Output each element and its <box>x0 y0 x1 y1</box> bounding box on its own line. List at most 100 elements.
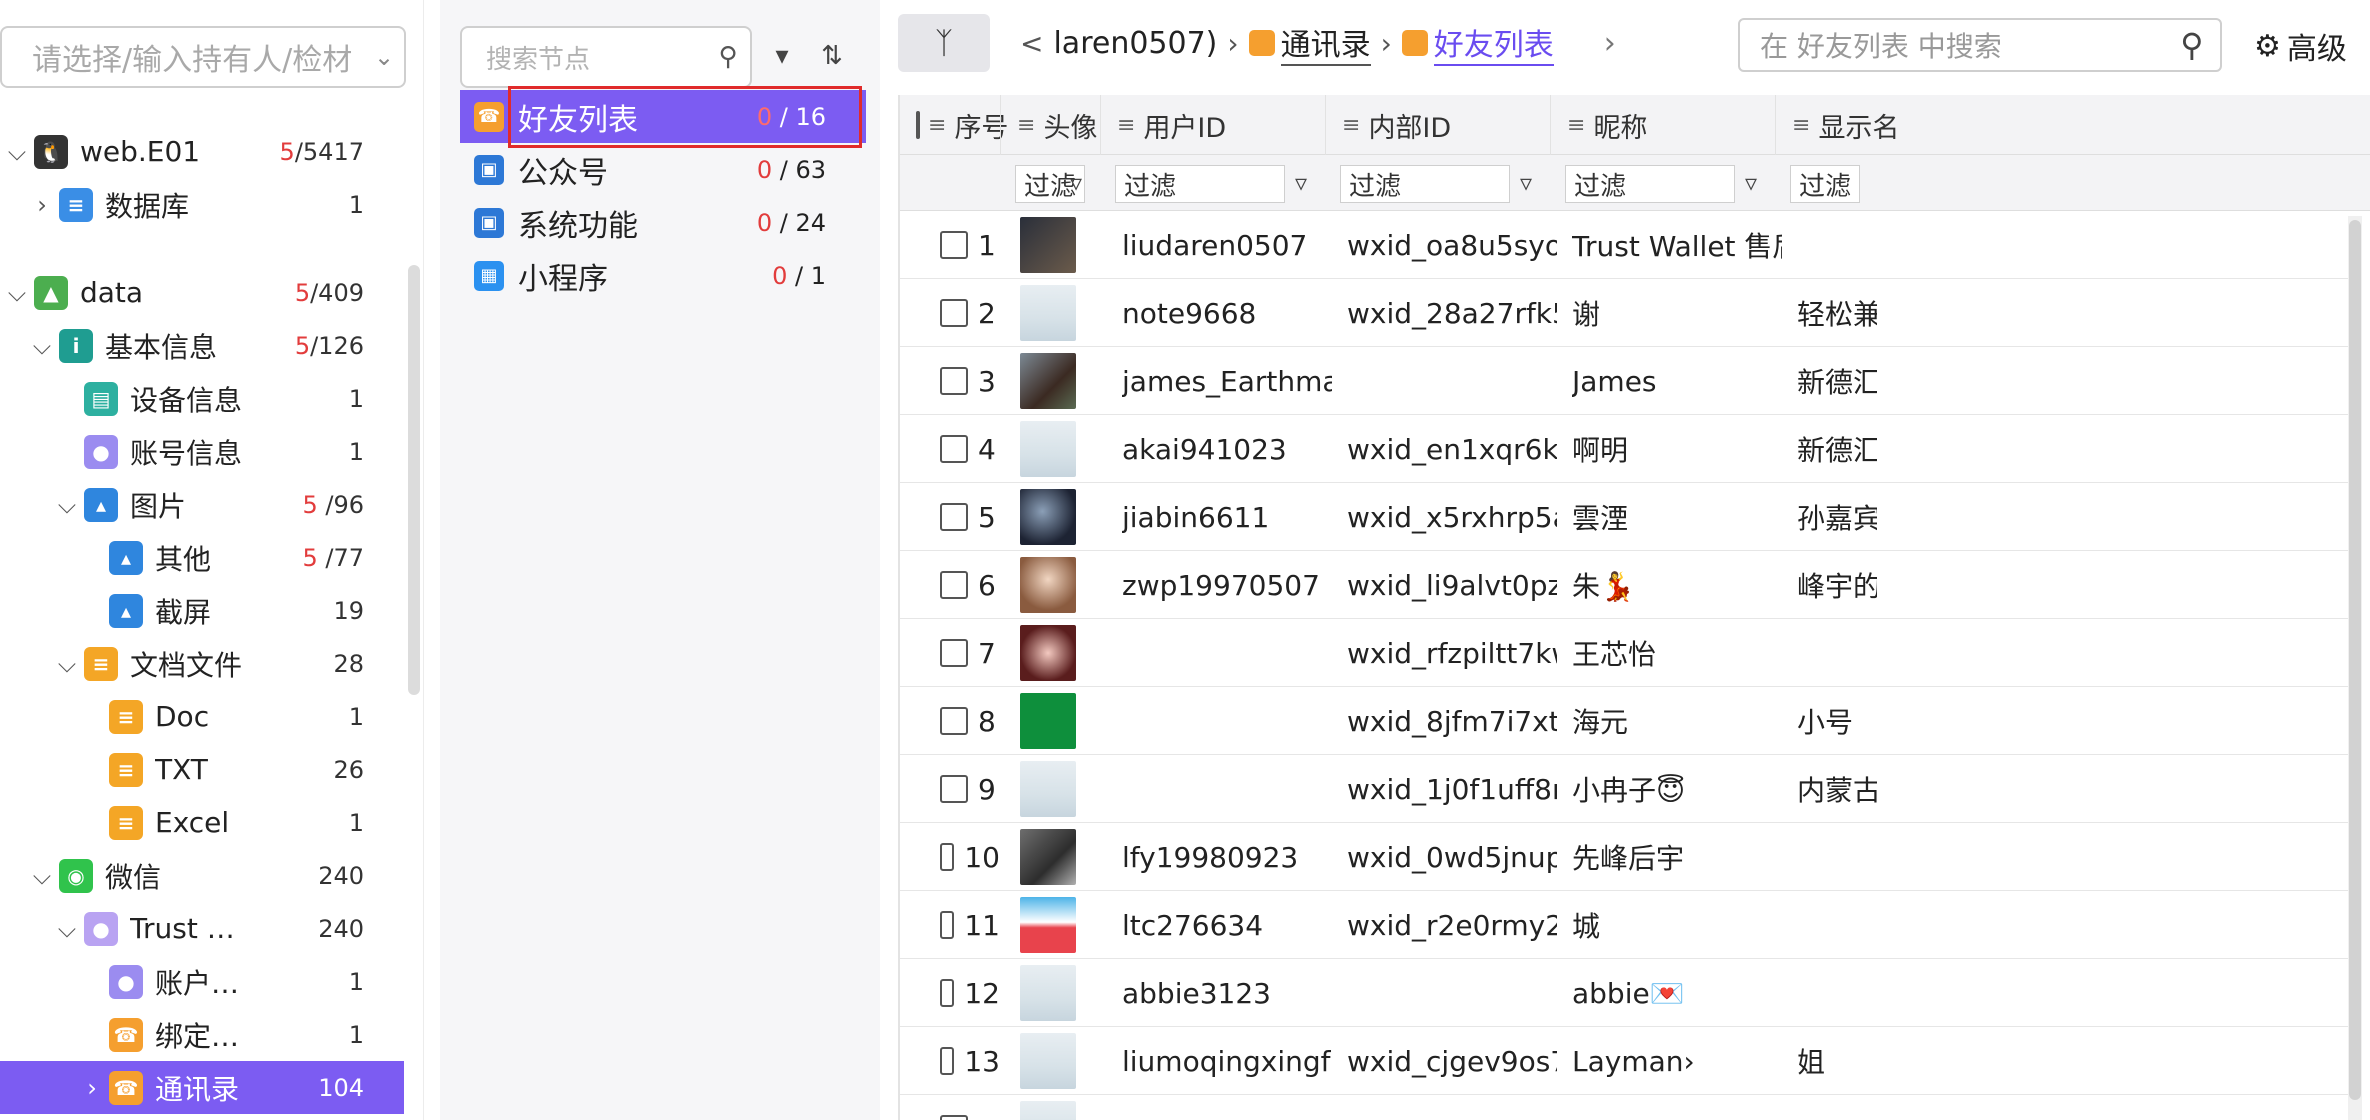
table-row[interactable]: 6 zwp19970507 wxid_li9alvt0pzfm22 朱💃 峰宇的 <box>900 551 2350 619</box>
breadcrumb-item-friends[interactable]: 好友列表 <box>1433 20 1554 66</box>
table-scrollbar[interactable] <box>2348 216 2362 1120</box>
tree-item[interactable]: ☎ 绑定账号 1 <box>0 1008 404 1061</box>
chevron-right-icon[interactable]: › <box>1604 26 1616 61</box>
row-checkbox[interactable] <box>940 775 968 803</box>
filter-icon[interactable]: ▿ <box>1285 167 1317 199</box>
column-menu-icon[interactable]: ≡ <box>1117 113 1135 138</box>
col-innerid-header[interactable]: ≡ 内部ID <box>1325 95 1550 155</box>
table-row[interactable]: 8 wxid_8jfm7i7xtlhl22 海元 小号 <box>900 687 2350 755</box>
table-row[interactable]: 7 wxid_rfzpiltt7kwb22 王芯怡 <box>900 619 2350 687</box>
row-checkbox[interactable] <box>940 1115 968 1120</box>
node-item[interactable]: ▣ 公众号 0 / 63 <box>460 143 866 196</box>
table-row[interactable]: 1 liudaren0507 wxid_oa8u5syonjcp22 Trust Wa… <box>900 211 2350 279</box>
chevron-down-icon[interactable]: ⌵ <box>0 279 34 307</box>
tree-item[interactable]: ⌵ ≡ 文档文件 28 <box>0 637 404 690</box>
search-icon[interactable]: ⚲ <box>2164 26 2220 64</box>
avatar[interactable] <box>1020 829 1076 885</box>
avatar[interactable] <box>1020 693 1076 749</box>
table-row[interactable]: 3 james_Earthman James 新德汇 <box>900 347 2350 415</box>
row-checkbox[interactable] <box>940 435 968 463</box>
column-menu-icon[interactable]: ≡ <box>1792 113 1810 138</box>
avatar[interactable] <box>1020 1101 1076 1120</box>
avatar[interactable] <box>1020 353 1076 409</box>
table-row[interactable]: 13 liumoqingxingfu wxid_cjgev9os758822 Laym… <box>900 1027 2350 1095</box>
avatar[interactable] <box>1020 217 1076 273</box>
node-item[interactable]: ▦ 小程序 0 / 1 <box>460 249 866 302</box>
chevron-down-icon[interactable]: ⌵ <box>0 138 34 166</box>
chevron-right-icon[interactable]: › <box>25 191 59 219</box>
row-checkbox[interactable] <box>940 707 968 735</box>
tree-item[interactable]: ⌵ ▲ data 5/409 <box>0 266 404 319</box>
table-row[interactable]: 11 ltc276634 wxid_r2e0rmy2e82s22 城 <box>900 891 2350 959</box>
avatar[interactable] <box>1020 965 1076 1021</box>
tree-item[interactable]: ⌵ ▴ 图片 5 /96 <box>0 478 404 531</box>
node-item[interactable]: ▣ 系统功能 0 / 24 <box>460 196 866 249</box>
tree-item[interactable]: ⌵ i 基本信息 5/126 <box>0 319 404 372</box>
avatar[interactable] <box>1020 897 1076 953</box>
avatar[interactable] <box>1020 557 1076 613</box>
tree-item[interactable]: ≡ Excel 1 <box>0 796 404 849</box>
col-nickname-header[interactable]: ≡ 昵称 <box>1550 95 1775 155</box>
node-item[interactable]: ☎ 好友列表 0 / 16 <box>460 90 866 143</box>
chevron-down-icon[interactable]: ⌵ <box>50 915 84 943</box>
chevron-right-icon[interactable]: › <box>75 1074 109 1102</box>
filter-icon[interactable]: ▿ <box>1510 167 1542 199</box>
column-menu-icon[interactable]: ≡ <box>928 113 946 138</box>
row-checkbox[interactable] <box>940 571 968 599</box>
tree-item[interactable]: ▤ 设备信息 1 <box>0 372 404 425</box>
tree-item[interactable]: ● 账号信息 1 <box>0 425 404 478</box>
chevron-down-icon[interactable]: ⌵ <box>50 491 84 519</box>
avatar[interactable] <box>1020 1033 1076 1089</box>
column-menu-icon[interactable]: ≡ <box>1017 113 1035 138</box>
branch-icon[interactable]: ᛉ <box>898 14 990 72</box>
avatar[interactable] <box>1020 421 1076 477</box>
breadcrumb-root[interactable]: laren0507) <box>1053 26 1217 61</box>
tree-item[interactable]: ≡ Doc 1 <box>0 690 404 743</box>
table-row[interactable]: 2 note9668 wxid_28a27rfk55rs22 谢 轻松兼 <box>900 279 2350 347</box>
chevron-left-icon[interactable]: < <box>1020 27 1043 60</box>
advanced-search-button[interactable]: ⚙ 高级 <box>2254 24 2347 68</box>
filter-icon[interactable]: ▿ <box>1060 167 1092 199</box>
chevron-down-icon[interactable]: ⌄ <box>364 43 404 71</box>
search-icon[interactable]: ⚲ <box>706 42 750 72</box>
row-checkbox[interactable] <box>940 843 955 871</box>
row-checkbox[interactable] <box>940 299 968 327</box>
tree-item[interactable]: ≡ TXT 26 <box>0 743 404 796</box>
filter-userid-input[interactable]: 过滤 <box>1115 165 1285 203</box>
avatar[interactable] <box>1020 625 1076 681</box>
avatar[interactable] <box>1020 761 1076 817</box>
row-checkbox[interactable] <box>940 911 955 939</box>
tree-item[interactable]: ⌵ ◉ 微信 240 <box>0 849 404 902</box>
tree-item[interactable]: › ≡ 数据库 1 <box>0 178 404 231</box>
breadcrumb-item-contacts[interactable]: 通讯录 <box>1280 20 1371 66</box>
column-menu-icon[interactable]: ≡ <box>1567 113 1585 138</box>
filter-icon[interactable]: ▾ <box>762 36 802 76</box>
row-checkbox[interactable] <box>940 367 968 395</box>
select-all-checkbox[interactable] <box>916 111 920 139</box>
col-display-header[interactable]: ≡ 显示名 <box>1775 95 1899 155</box>
col-userid-header[interactable]: ≡ 用户ID <box>1100 95 1325 155</box>
tree-item[interactable]: ▴ 其他 5 /77 <box>0 531 404 584</box>
table-row[interactable]: 5 jiabin6611 wxid_x5rxhrp5ayrl12 雲湮 孙嘉宾 <box>900 483 2350 551</box>
chevron-down-icon[interactable]: ⌵ <box>25 332 59 360</box>
row-checkbox[interactable] <box>940 1047 955 1075</box>
row-checkbox[interactable] <box>940 503 968 531</box>
table-row[interactable]: 10 lfy19980923 wxid_0wd5jnupx5o4... 先峰后宇 <box>900 823 2350 891</box>
filter-innerid-input[interactable]: 过滤 <box>1340 165 1510 203</box>
tree-item[interactable]: › ☎ 通讯录 104 <box>0 1061 404 1114</box>
chevron-down-icon[interactable]: ⌵ <box>50 650 84 678</box>
col-index-header[interactable]: ≡ 序号 <box>900 95 1008 155</box>
avatar[interactable] <box>1020 285 1076 341</box>
tree-item[interactable]: ▴ 截屏 19 <box>0 584 404 637</box>
filter-icon[interactable]: ▿ <box>1735 167 1767 199</box>
column-menu-icon[interactable]: ≡ <box>1342 113 1360 138</box>
tree-scrollbar[interactable] <box>408 265 420 695</box>
row-checkbox[interactable] <box>940 639 968 667</box>
tree-item[interactable]: ⌵ 🐧 web.E01 5/5417 <box>0 125 404 178</box>
tree-item[interactable]: ⌵● Trust Walle... 240 <box>0 902 404 955</box>
col-avatar-header[interactable]: ≡ 头像 <box>1000 95 1100 155</box>
filter-display-input[interactable]: 过滤 <box>1790 165 1860 203</box>
table-row[interactable]: 12 abbie3123 abbie💌 <box>900 959 2350 1027</box>
grid-search-input[interactable]: 在 好友列表 中搜索 ⚲ <box>1738 18 2222 72</box>
table-row[interactable]: 9 wxid_1j0f1uff8n2222 小冉子😇 内蒙古 <box>900 755 2350 823</box>
